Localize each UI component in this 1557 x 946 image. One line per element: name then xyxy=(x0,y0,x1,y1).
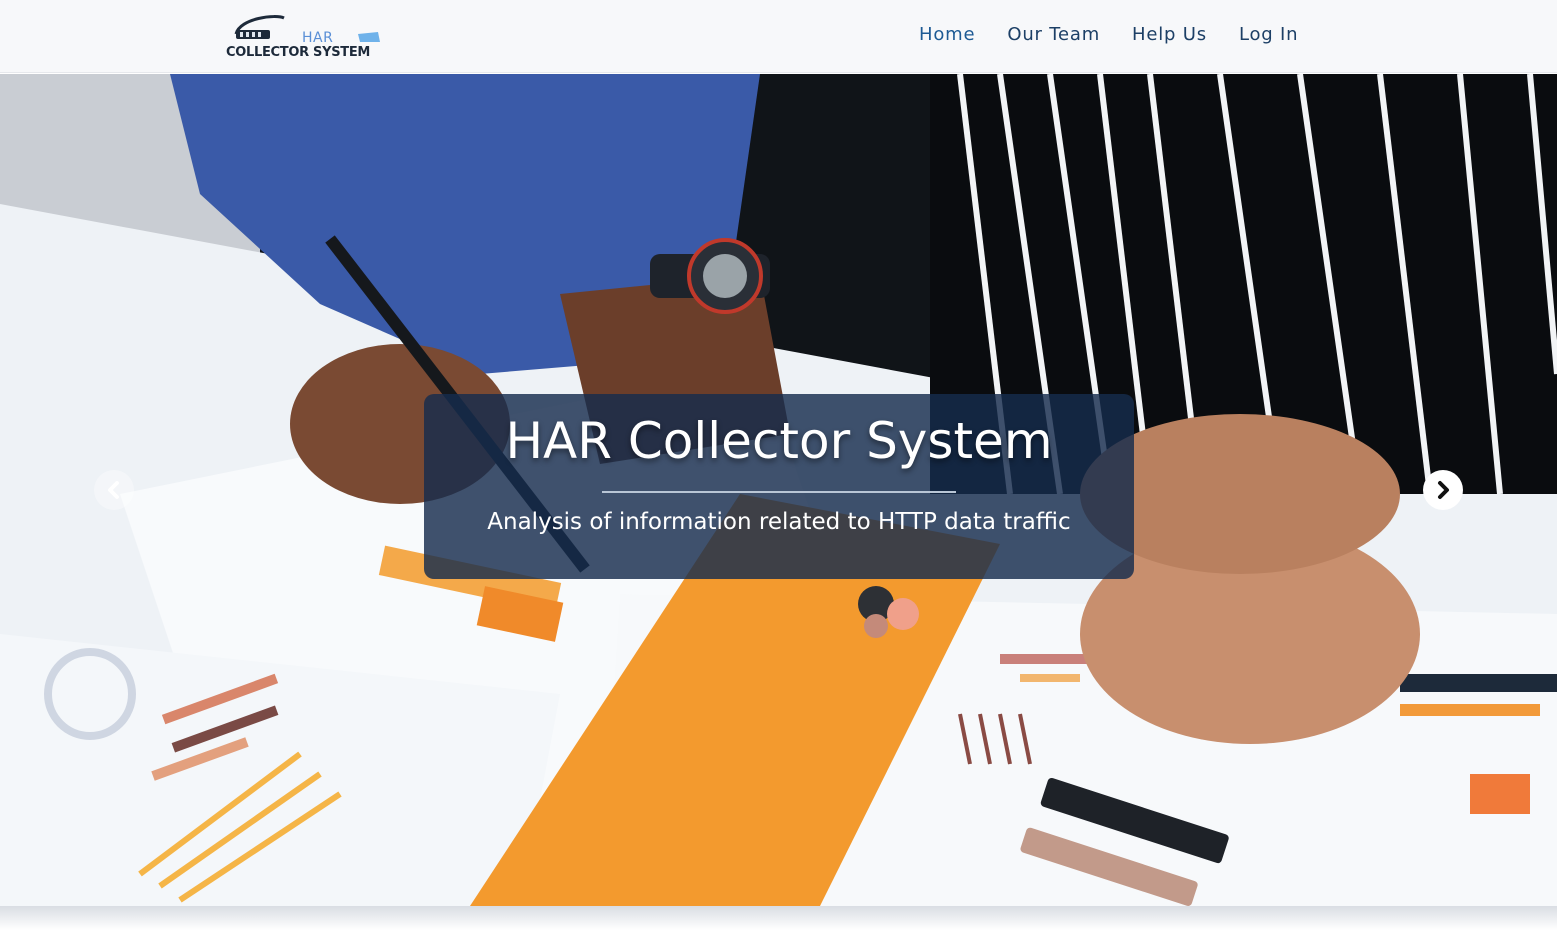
hero-bottom-shadow xyxy=(0,906,1557,946)
caption-divider xyxy=(602,491,956,493)
top-navbar: HAR COLLECTOR SYSTEM Home Our Team Help … xyxy=(0,0,1557,73)
carousel-prev-button[interactable] xyxy=(94,470,134,510)
carousel-next-button[interactable] xyxy=(1423,470,1463,510)
hero-subtitle: Analysis of information related to HTTP … xyxy=(487,509,1071,535)
hero-caption: HAR Collector System Analysis of informa… xyxy=(424,394,1134,579)
main-nav: Home Our Team Help Us Log In xyxy=(919,24,1298,45)
chevron-right-icon xyxy=(1438,481,1449,499)
nav-log-in[interactable]: Log In xyxy=(1239,24,1298,45)
nav-our-team[interactable]: Our Team xyxy=(1007,24,1100,45)
logo-text-system: COLLECTOR SYSTEM xyxy=(226,45,371,60)
hero-title: HAR Collector System xyxy=(505,412,1053,470)
chevron-left-icon xyxy=(108,481,119,499)
nav-help-us[interactable]: Help Us xyxy=(1132,24,1207,45)
hero-carousel: HAR Collector System Analysis of informa… xyxy=(0,74,1557,906)
site-logo[interactable]: HAR COLLECTOR SYSTEM xyxy=(226,12,388,62)
nav-home[interactable]: Home xyxy=(919,24,975,45)
logo-text-har: HAR xyxy=(302,30,334,46)
